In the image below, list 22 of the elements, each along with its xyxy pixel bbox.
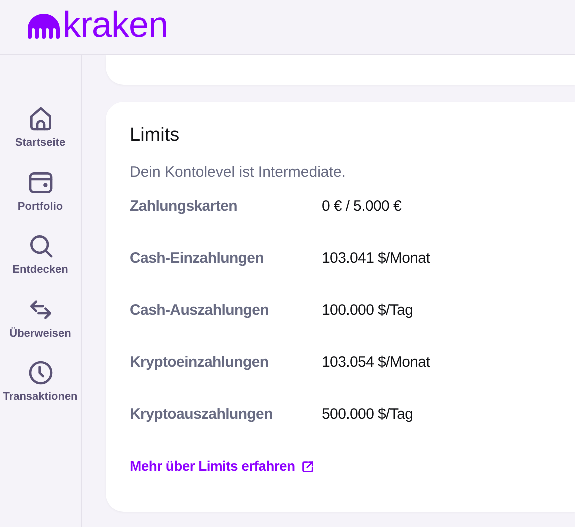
logo-icon — [28, 14, 60, 40]
limit-label: Kryptoauszahlungen — [130, 404, 274, 425]
sidebar-item[interactable]: Überweisen — [0, 296, 82, 342]
external-link-icon — [301, 460, 316, 474]
limit-label: Zahlungskarten — [130, 196, 238, 217]
limit-label: Cash-Auszahlungen — [130, 300, 270, 321]
limit-value: 500.000 $/Tag — [322, 404, 414, 425]
sidebar-item[interactable]: Startseite — [0, 105, 82, 152]
limit-value: 0 € / 5.000 € — [322, 196, 402, 217]
sidebar-item[interactable]: Entdecken — [0, 232, 82, 278]
sidebar-item[interactable]: Portfolio — [0, 168, 82, 215]
learn-more-link[interactable]: Mehr über Limits erfahren — [130, 456, 316, 477]
brand-logo[interactable]: kraken — [63, 7, 168, 43]
limit-label: Kryptoeinzahlungen — [130, 352, 270, 373]
card-subtitle: Dein Kontolevel ist Intermediate. — [130, 165, 347, 180]
limit-value: 103.054 $/Monat — [322, 352, 430, 373]
sidebar-item[interactable]: Transaktionen — [0, 359, 82, 406]
limit-value: 103.041 $/Monat — [322, 248, 430, 269]
clock-icon — [26, 359, 54, 387]
limit-value: 100.000 $/Tag — [322, 300, 414, 321]
limit-label: Cash-Einzahlungen — [130, 248, 266, 269]
card-title: Limits — [130, 126, 181, 145]
